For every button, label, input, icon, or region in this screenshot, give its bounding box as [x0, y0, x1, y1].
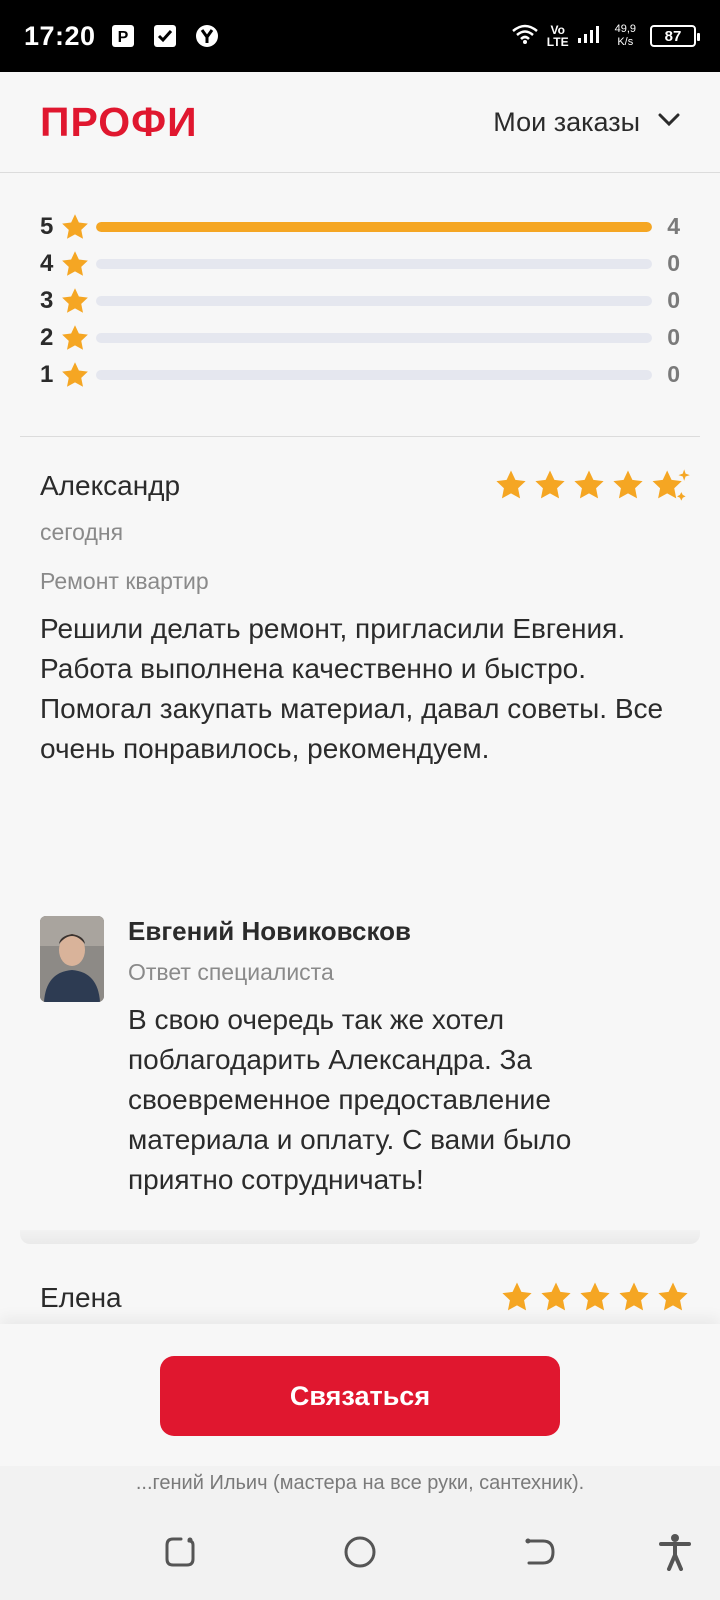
reply-text: В свою очередь так же хотел поблагодарит… — [128, 1004, 572, 1195]
star-icon — [572, 468, 606, 507]
speed-value: 49,9 — [614, 23, 636, 35]
histogram-count: 0 — [667, 324, 680, 350]
histogram-bar-track — [96, 258, 652, 269]
signal-icon — [577, 24, 601, 49]
histogram-bar-fill — [96, 221, 652, 232]
specialist-name[interactable]: Евгений Новиковсков — [128, 916, 648, 947]
histogram-count: 4 — [667, 213, 680, 239]
card-shadow — [20, 1230, 700, 1244]
recent-apps-icon[interactable] — [160, 1532, 200, 1572]
star-icon — [60, 286, 96, 316]
status-bar: 17:20 P Vo LTE 49,9 K/s 87 — [0, 0, 720, 72]
review-card: Елена — [40, 1276, 690, 1319]
volte-indicator: Vo LTE — [547, 24, 569, 48]
histogram-row: 20 — [40, 319, 680, 356]
nav-caption: ...гений Ильич (мастера на все руки, сан… — [135, 1472, 585, 1494]
network-speed: 49,9 K/s — [615, 23, 636, 49]
review-rating — [494, 468, 690, 507]
histogram-row: 40 — [40, 245, 680, 282]
review-category: Ремонт квартир — [40, 568, 209, 594]
histogram-star-value: 5 — [40, 212, 54, 240]
divider — [20, 436, 700, 437]
star-icon — [500, 1280, 534, 1319]
star-icon — [539, 1280, 573, 1319]
star-icon — [611, 468, 645, 507]
navigation-bar: ...гений Ильич (мастера на все руки, сан… — [0, 1466, 720, 1600]
wifi-icon — [511, 23, 539, 50]
star-icon — [60, 249, 96, 279]
parking-app-icon: P — [110, 23, 136, 49]
app-header: ПРОФИ Мои заказы — [0, 72, 720, 173]
star-icon — [578, 1280, 612, 1319]
review-author: Александр — [40, 469, 181, 501]
speed-unit: K/s — [617, 36, 634, 48]
my-orders-label: Мои заказы — [493, 106, 640, 137]
histogram-row: 30 — [40, 282, 680, 319]
yandex-icon — [194, 23, 220, 49]
histogram-bar-track — [96, 332, 652, 343]
histogram-star-value: 4 — [40, 249, 54, 277]
histogram-star-value: 2 — [40, 323, 54, 351]
review-rating — [500, 1280, 690, 1319]
checkbox-notification-icon — [152, 23, 178, 49]
home-icon[interactable] — [340, 1532, 380, 1572]
histogram-row: 10 — [40, 356, 680, 393]
star-icon — [617, 1280, 651, 1319]
svg-text:P: P — [117, 29, 128, 46]
contact-button[interactable]: Связаться — [160, 1356, 560, 1436]
profi-logo[interactable]: ПРОФИ — [40, 99, 198, 146]
chevron-down-icon — [658, 113, 680, 132]
histogram-star-value: 3 — [40, 286, 54, 314]
accessibility-icon[interactable] — [655, 1532, 695, 1572]
battery-level: 87 — [664, 27, 682, 45]
histogram-count: 0 — [667, 287, 680, 313]
battery-icon: 87 — [650, 25, 700, 47]
sparkle-star-icon — [650, 468, 690, 507]
histogram-count: 0 — [667, 250, 680, 276]
avatar — [40, 916, 104, 1002]
status-time: 17:20 — [24, 20, 96, 51]
specialist-reply: Евгений Новиковсков Ответ специалиста В … — [40, 916, 690, 1200]
volte-bottom: LTE — [546, 35, 569, 49]
star-icon — [533, 468, 567, 507]
star-icon — [494, 468, 528, 507]
histogram-bar-track — [96, 221, 652, 232]
contact-panel: Связаться — [0, 1324, 720, 1466]
star-icon — [60, 323, 96, 353]
histogram-bar-track — [96, 369, 652, 380]
histogram-bar-track — [96, 295, 652, 306]
review-date: сегодня — [40, 519, 124, 545]
review-card: Александр сегодня Ремонт квартир Решили … — [40, 464, 690, 769]
histogram-count: 0 — [667, 361, 680, 387]
histogram-row: 54 — [40, 208, 680, 245]
star-icon — [60, 360, 96, 390]
star-icon — [656, 1280, 690, 1319]
back-icon[interactable] — [520, 1532, 560, 1572]
my-orders-dropdown[interactable]: Мои заказы — [493, 107, 680, 138]
star-icon — [60, 212, 96, 242]
review-author: Елена — [40, 1281, 122, 1313]
rating-histogram: 5440302010 — [40, 208, 680, 393]
review-text: Решили делать ремонт, пригласили Евгения… — [40, 613, 664, 764]
reply-role: Ответ специалиста — [128, 959, 334, 985]
histogram-star-value: 1 — [40, 360, 54, 388]
